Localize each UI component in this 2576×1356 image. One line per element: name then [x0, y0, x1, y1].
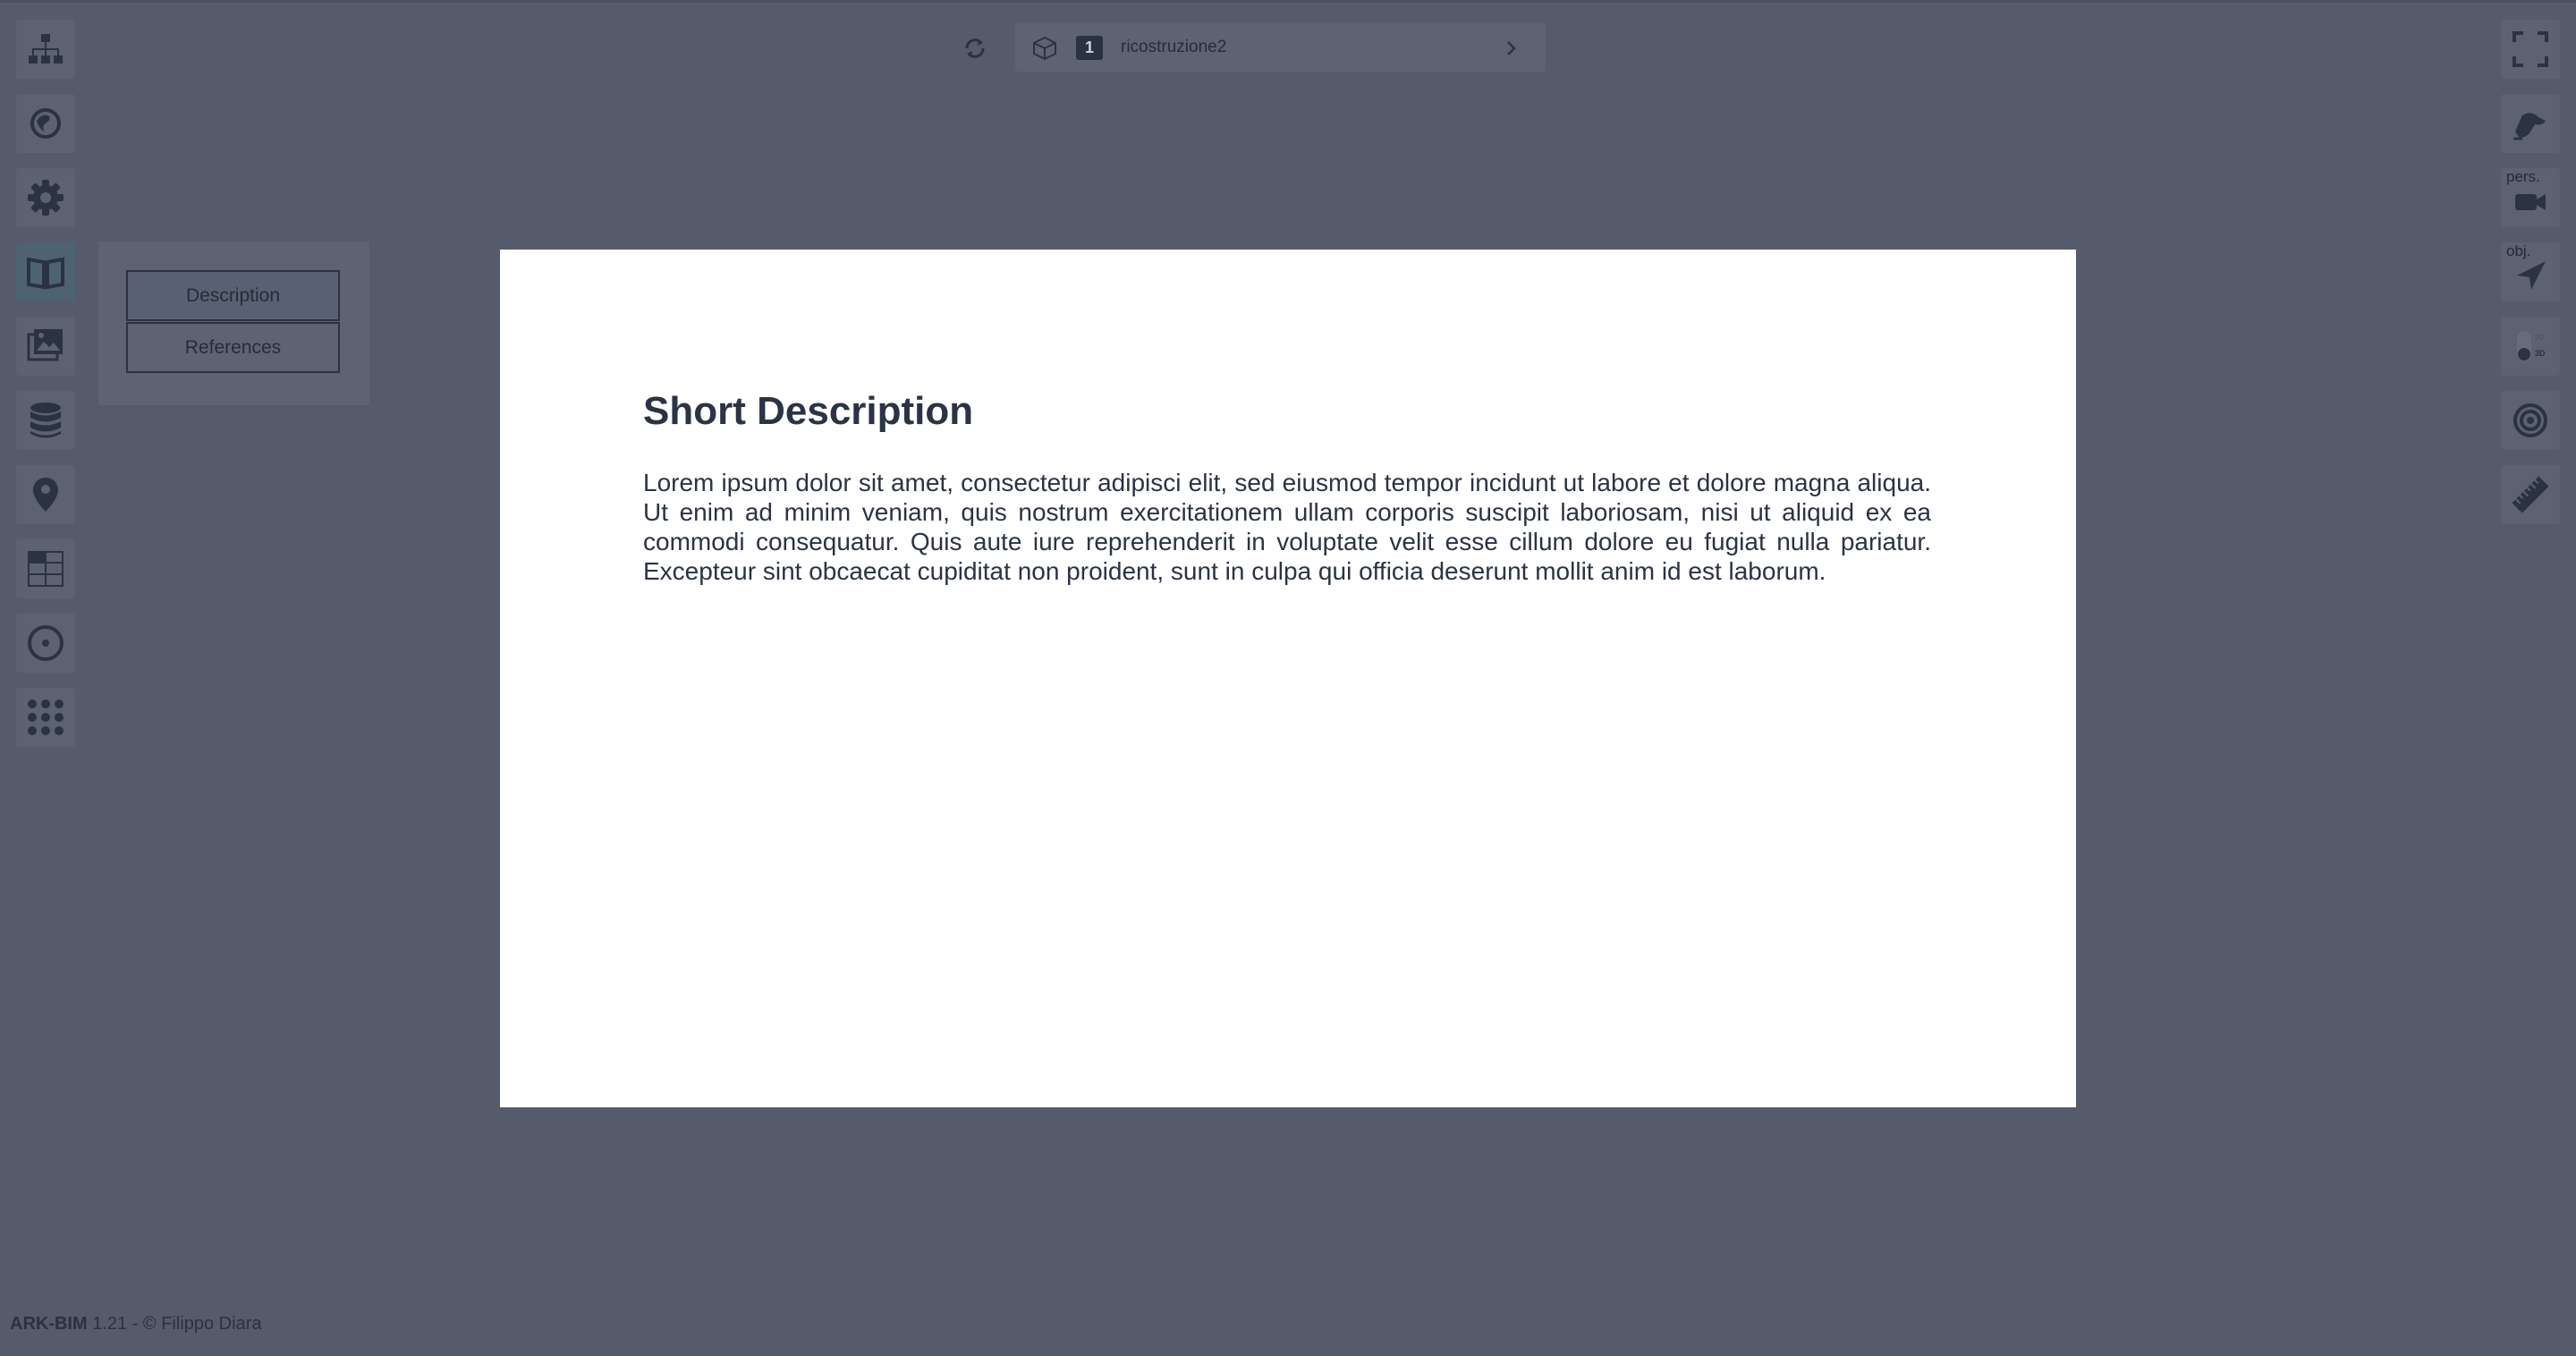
- book-button[interactable]: [16, 242, 75, 301]
- toggle-2d-label: 2D: [2535, 334, 2544, 342]
- footer-credit: ARK-BIM 1.21 - © Filippo Diara: [10, 1314, 261, 1335]
- chevron-right-icon[interactable]: [1498, 36, 1523, 61]
- measure-button[interactable]: [2501, 465, 2560, 524]
- ruler-icon: [2512, 476, 2549, 513]
- images-icon: [27, 329, 63, 361]
- hierarchy-icon: [29, 34, 63, 64]
- table-icon: [28, 551, 64, 587]
- settings-button[interactable]: [16, 168, 75, 227]
- hand-icon: [2513, 113, 2546, 140]
- camera-icon: [2515, 194, 2546, 210]
- fullscreen-icon: [2512, 31, 2548, 67]
- model-index-badge: 1: [1076, 36, 1103, 60]
- perspective-camera-button[interactable]: pers.: [2501, 168, 2560, 227]
- app-name: ARK-BIM: [10, 1314, 88, 1334]
- location-pin-icon: [33, 478, 58, 512]
- pan-hand-button[interactable]: [2501, 94, 2560, 153]
- globe-button[interactable]: [16, 94, 75, 153]
- version-credit: 1.21 - © Filippo Diara: [87, 1314, 262, 1334]
- gear-icon: [28, 180, 64, 216]
- description-menu-panel: Description References: [98, 242, 369, 405]
- table-button[interactable]: [16, 539, 75, 598]
- grid-apps-icon: [28, 699, 64, 735]
- description-card: Short Description Lorem ipsum dolor sit …: [500, 250, 2076, 1107]
- target-dot-icon: [28, 625, 64, 661]
- target-rings-button[interactable]: [2501, 391, 2560, 450]
- object-navigate-button[interactable]: obj.: [2501, 242, 2560, 301]
- images-button[interactable]: [16, 317, 75, 376]
- toggle-3d-label: 3D: [2535, 349, 2546, 358]
- apps-button[interactable]: [16, 688, 75, 747]
- obj-caption: obj.: [2506, 242, 2531, 259]
- pers-caption: pers.: [2506, 168, 2540, 185]
- target-rings-icon: [2513, 403, 2547, 437]
- database-icon: [30, 403, 61, 438]
- cube-icon: [1033, 36, 1056, 61]
- toggle-2d-3d-icon: 2D 3D: [2517, 331, 2546, 361]
- database-button[interactable]: [16, 391, 75, 450]
- navigate-arrow-icon: [2517, 261, 2546, 290]
- description-button[interactable]: Description: [126, 270, 340, 321]
- model-selector[interactable]: 1 ricostruzione2: [1015, 23, 1546, 72]
- fullscreen-button[interactable]: [2501, 20, 2560, 79]
- book-icon: [27, 257, 64, 290]
- target-button[interactable]: [16, 614, 75, 673]
- references-button[interactable]: References: [126, 322, 340, 373]
- card-body-text: Lorem ipsum dolor sit amet, consectetur …: [643, 469, 1931, 585]
- globe-icon: [30, 108, 61, 139]
- top-edge: [0, 0, 2576, 3]
- model-name: ricostruzione2: [1121, 38, 1227, 56]
- toggle-2d-3d-button[interactable]: 2D 3D: [2501, 317, 2560, 376]
- hierarchy-button[interactable]: [16, 20, 75, 79]
- refresh-icon: [965, 38, 985, 58]
- location-button[interactable]: [16, 465, 75, 524]
- refresh-button[interactable]: [957, 30, 993, 66]
- card-title: Short Description: [643, 389, 974, 433]
